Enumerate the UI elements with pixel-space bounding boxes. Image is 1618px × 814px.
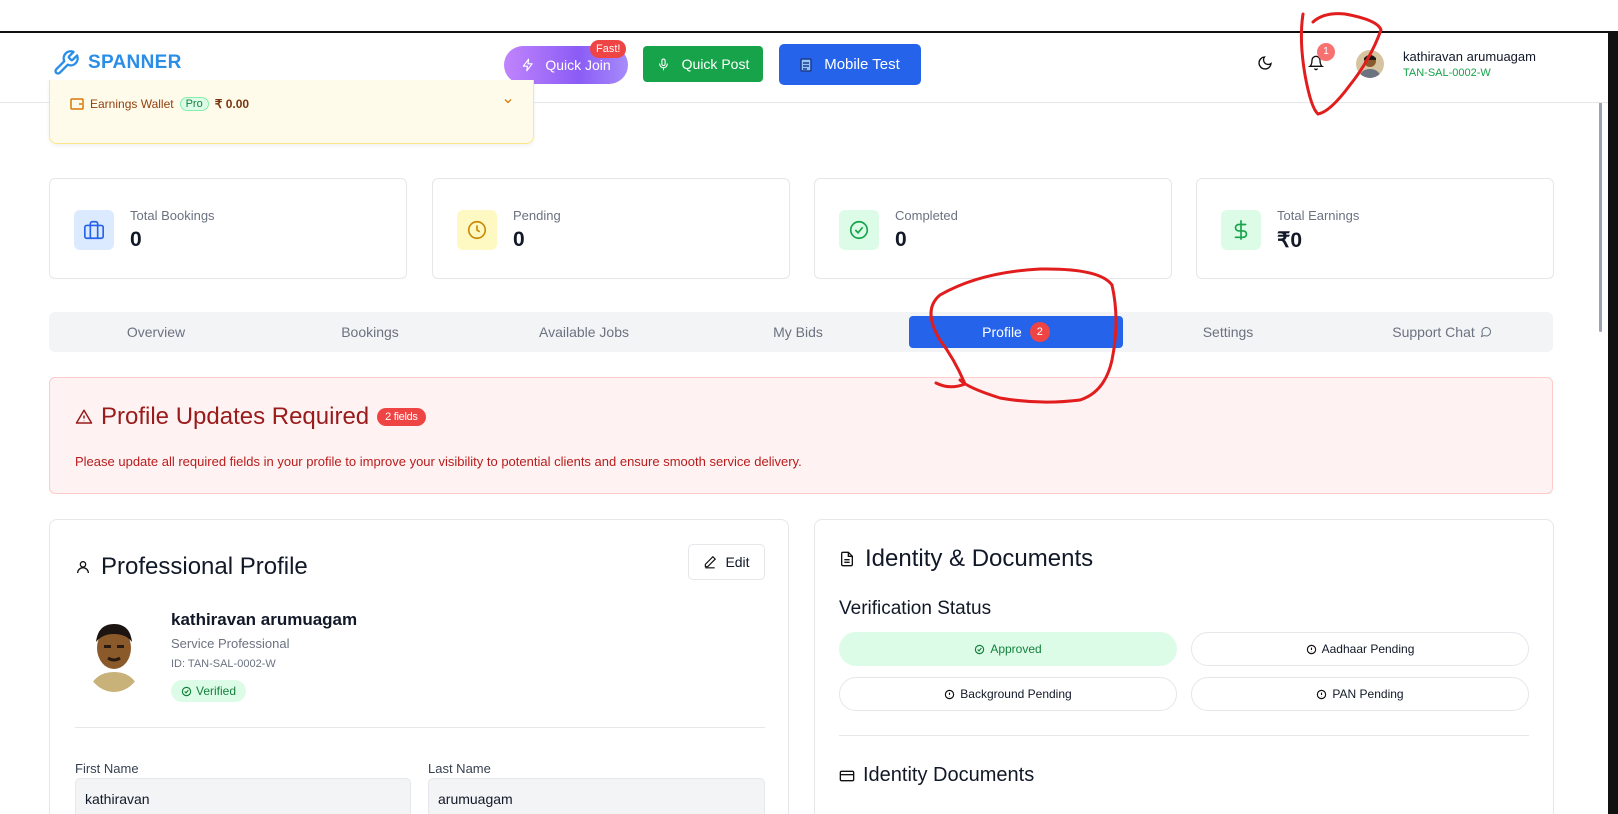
annotation-profile-circle: [929, 267, 1118, 404]
annotation-overlay: [929, 12, 1383, 404]
annotation-bell-circle: [1299, 12, 1383, 116]
